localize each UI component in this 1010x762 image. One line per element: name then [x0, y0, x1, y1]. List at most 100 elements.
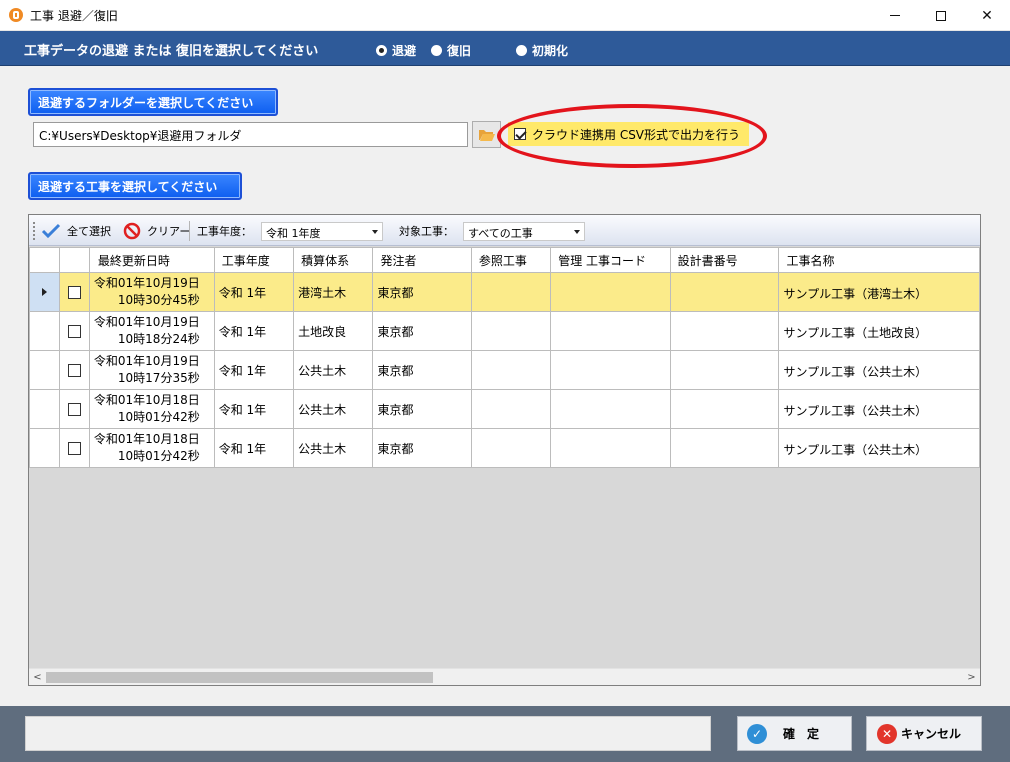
- updated-time: 10時17分35秒: [117, 371, 200, 385]
- column-header[interactable]: 管理 工事コード: [550, 247, 671, 273]
- table-row[interactable]: 令和01年10月19日 10時30分45秒 令和 1年 港湾土木 東京都 サンプル…: [29, 272, 980, 312]
- browse-folder-button[interactable]: [472, 121, 501, 148]
- cancel-button[interactable]: ✕ キャンセル: [866, 716, 982, 751]
- reference-cell: [470, 272, 552, 312]
- select-project-button[interactable]: 退避する工事を選択してください: [28, 172, 242, 200]
- table-row[interactable]: 令和01年10月18日 10時01分42秒 令和 1年 公共土木 東京都 サンプル…: [29, 389, 980, 429]
- row-checkbox[interactable]: [68, 403, 82, 416]
- radio-initialize-label: 初期化: [532, 44, 569, 58]
- toolbar-grip: [33, 222, 35, 240]
- row-indicator: [29, 350, 61, 390]
- scroll-left-icon[interactable]: <: [29, 669, 46, 685]
- select-all-button[interactable]: 全て選択: [41, 215, 111, 246]
- row-checkbox[interactable]: [68, 325, 82, 338]
- column-header[interactable]: 参照工事: [470, 247, 552, 273]
- row-checkbox-cell: [59, 311, 90, 351]
- folder-path-field[interactable]: C:¥Users¥Desktop¥退避用フォルダ: [33, 122, 468, 147]
- prohibited-icon: [123, 222, 141, 239]
- estimation-system-cell: 公共土木: [293, 350, 374, 390]
- management-code-cell: [550, 272, 671, 312]
- csv-export-checkbox[interactable]: [514, 128, 526, 140]
- client-cell: 東京都: [372, 311, 472, 351]
- checkbox-header: [59, 247, 90, 273]
- radio-unselected-icon: [516, 45, 527, 56]
- minimize-button[interactable]: [872, 0, 918, 31]
- design-number-cell: [669, 350, 780, 390]
- updated-datetime-cell: 令和01年10月18日 10時01分42秒: [88, 428, 215, 468]
- row-indicator: [29, 311, 61, 351]
- reference-cell: [470, 350, 552, 390]
- table-header-row: 最終更新日時 工事年度 積算体系 発注者 参照工事 管理 工事コード 設計書番号…: [29, 247, 980, 273]
- row-checkbox[interactable]: [68, 286, 82, 299]
- fiscal-year-cell: 令和 1年: [213, 350, 295, 390]
- chevron-down-icon: [372, 230, 378, 234]
- design-number-cell: [669, 428, 780, 468]
- row-checkbox-cell: [59, 389, 90, 429]
- client-cell: 東京都: [372, 389, 472, 429]
- management-code-cell: [550, 311, 671, 351]
- minimize-icon: [890, 15, 900, 16]
- column-header[interactable]: 工事名称: [778, 247, 980, 273]
- target-filter-select[interactable]: すべての工事: [463, 222, 585, 241]
- column-header[interactable]: 設計書番号: [669, 247, 780, 273]
- project-name-cell: サンプル工事（公共土木）: [778, 350, 980, 390]
- updated-date: 令和01年10月18日: [93, 432, 200, 446]
- clear-label: クリアー: [147, 224, 191, 238]
- project-name-cell: サンプル工事（公共土木）: [778, 389, 980, 429]
- maximize-icon: [936, 10, 946, 21]
- row-indicator: [29, 272, 61, 312]
- estimation-system-cell: 港湾土木: [293, 272, 374, 312]
- design-number-cell: [669, 389, 780, 429]
- radio-restore[interactable]: 復旧: [431, 42, 471, 59]
- updated-time: 10時01分42秒: [117, 449, 200, 463]
- updated-datetime-cell: 令和01年10月18日 10時01分42秒: [88, 389, 215, 429]
- column-header[interactable]: 発注者: [372, 247, 472, 273]
- management-code-cell: [550, 428, 671, 468]
- row-checkbox-cell: [59, 350, 90, 390]
- table-row[interactable]: 令和01年10月19日 10時17分35秒 令和 1年 公共土木 東京都 サンプル…: [29, 350, 980, 390]
- confirm-button[interactable]: ✓ 確 定: [737, 716, 852, 751]
- radio-unselected-icon: [431, 45, 442, 56]
- folder-open-icon: [478, 129, 495, 141]
- select-all-label: 全て選択: [67, 224, 111, 238]
- estimation-system-cell: 公共土木: [293, 389, 374, 429]
- horizontal-scrollbar[interactable]: < >: [29, 668, 980, 685]
- row-checkbox-cell: [59, 428, 90, 468]
- row-checkbox[interactable]: [68, 364, 82, 377]
- client-cell: 東京都: [372, 272, 472, 312]
- updated-date: 令和01年10月19日: [93, 354, 200, 368]
- radio-initialize[interactable]: 初期化: [516, 42, 568, 59]
- close-icon: ✕: [981, 7, 993, 24]
- select-folder-button[interactable]: 退避するフォルダーを選択してください: [28, 88, 278, 116]
- updated-date: 令和01年10月19日: [93, 315, 200, 329]
- table-row[interactable]: 令和01年10月18日 10時01分42秒 令和 1年 公共土木 東京都 サンプル…: [29, 428, 980, 468]
- year-filter-value: 令和 1年度: [266, 227, 321, 240]
- clear-button[interactable]: クリアー: [123, 215, 190, 246]
- scrollbar-thumb[interactable]: [46, 672, 433, 683]
- design-number-cell: [669, 272, 780, 312]
- target-filter-value: すべての工事: [468, 227, 533, 240]
- fiscal-year-cell: 令和 1年: [213, 389, 295, 429]
- radio-backup[interactable]: 退避: [376, 42, 416, 59]
- app-logo-icon: [9, 8, 23, 22]
- toolbar-separator: [189, 221, 190, 241]
- year-filter-select[interactable]: 令和 1年度: [261, 222, 383, 241]
- estimation-system-cell: 公共土木: [293, 428, 374, 468]
- client-cell: 東京都: [372, 350, 472, 390]
- status-message-box: [25, 716, 711, 751]
- scroll-right-icon[interactable]: >: [963, 669, 980, 685]
- table-row[interactable]: 令和01年10月19日 10時18分24秒 令和 1年 土地改良 東京都 サンプル…: [29, 311, 980, 351]
- csv-export-option[interactable]: クラウド連携用 CSV形式で出力を行う: [508, 122, 749, 146]
- year-filter-label: 工事年度：: [197, 224, 252, 238]
- radio-restore-label: 復旧: [447, 44, 472, 58]
- design-number-cell: [669, 311, 780, 351]
- column-header[interactable]: 積算体系: [293, 247, 374, 273]
- row-checkbox[interactable]: [68, 442, 82, 455]
- updated-datetime-cell: 令和01年10月19日 10時17分35秒: [88, 350, 215, 390]
- column-header[interactable]: 最終更新日時: [88, 247, 215, 273]
- project-name-cell: サンプル工事（港湾土木）: [778, 272, 980, 312]
- close-button[interactable]: ✕: [964, 0, 1010, 31]
- management-code-cell: [550, 350, 671, 390]
- column-header[interactable]: 工事年度: [213, 247, 295, 273]
- maximize-button[interactable]: [918, 0, 964, 31]
